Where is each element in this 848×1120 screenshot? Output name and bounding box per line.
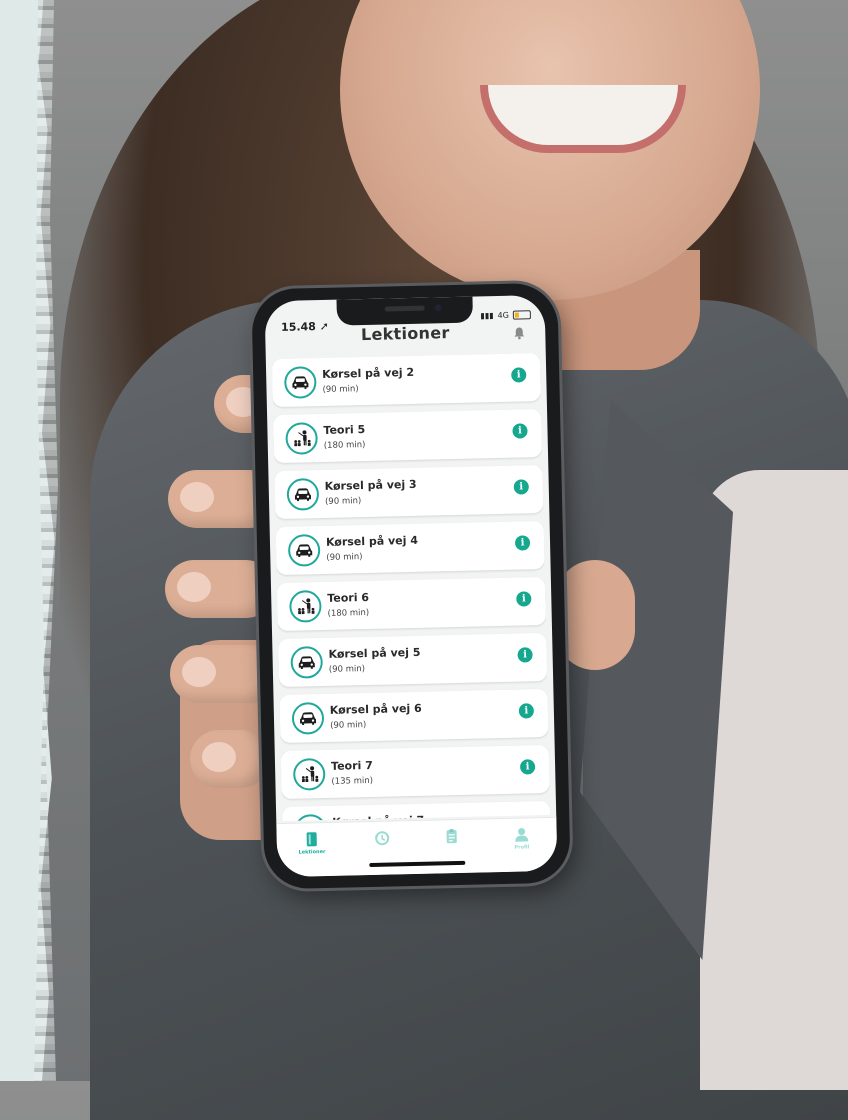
clipboard-icon [446,829,457,844]
lesson-icon-badge [292,757,326,791]
lesson-title: Kørsel på vej 6 [329,701,422,717]
bell-icon[interactable] [513,326,525,340]
info-icon[interactable]: i [517,647,533,663]
lesson-duration: (180 min) [327,607,370,619]
tab-bar: Lektioner Profil [276,816,558,878]
info-icon[interactable]: i [516,591,532,607]
app-screen: 15.48 ➚ ▮▮▮ 4G Lektioner Kørsel på vej 2… [264,294,558,878]
user-icon [515,828,529,842]
teacher-icon [294,430,311,447]
teacher-icon [298,598,315,615]
lesson-card[interactable]: Kørsel på vej 5 (90 min) i [278,632,548,688]
tab-label [422,845,482,846]
lesson-card[interactable]: Kørsel på vej 3 (90 min) i [274,464,544,520]
info-icon[interactable]: i [511,367,527,383]
tab-label [352,847,412,848]
lesson-icon-badge [290,646,324,679]
lesson-card[interactable]: Teori 6 (180 min) i [276,576,546,632]
lesson-icon-badge [289,590,322,623]
car-icon [300,712,317,726]
info-icon[interactable]: i [513,479,529,495]
thumb [555,560,635,670]
status-indicators: ▮▮▮ 4G [480,310,531,320]
smartphone: 15.48 ➚ ▮▮▮ 4G Lektioner Kørsel på vej 2… [251,282,571,890]
fingernail [182,657,216,687]
finger [190,730,270,788]
lesson-list[interactable]: Kørsel på vej 2 (90 min) i Teori 5 (180 min)… [271,353,551,821]
lesson-title: Teori 6 [327,590,370,605]
signal-icon: ▮▮▮ [480,311,494,321]
tab-lektioner[interactable]: Lektioner [282,831,343,872]
fingernail [202,742,236,772]
lesson-card[interactable]: Kørsel på vej 6 (90 min) i [279,688,549,744]
network-label: 4G [497,310,509,320]
speaker [384,305,425,312]
lesson-duration: (90 min) [330,720,367,731]
lesson-title: Teori 7 [330,758,373,773]
lesson-title: Kørsel på vej 4 [325,533,419,549]
history-icon [374,831,390,846]
battery-icon [512,310,531,320]
car-icon [292,376,309,390]
lesson-icon-badge [291,702,325,735]
fingernail [180,482,214,512]
lesson-title: Kørsel på vej 3 [324,477,417,493]
lesson-duration: (180 min) [323,439,366,451]
lesson-title: Kørsel på vej 2 [322,365,415,381]
tab-label: Lektioner [298,849,326,856]
lesson-icon-badge [294,813,327,821]
info-icon[interactable]: i [518,703,535,719]
lesson-card[interactable]: Kørsel på vej 2 (90 min) i [271,353,541,408]
lesson-duration: (90 min) [328,664,366,675]
car-icon [298,656,315,670]
info-icon[interactable]: i [519,759,536,775]
lesson-duration: (90 min) [326,552,363,563]
lesson-icon-badge [286,478,320,511]
car-icon [294,488,312,502]
lesson-duration: (90 min) [324,496,362,507]
lesson-duration: (135 min) [331,775,374,787]
phone-notch [336,296,474,326]
teacher-icon [301,766,319,783]
lesson-icon-badge [287,534,321,567]
lesson-duration: (90 min) [322,384,359,395]
fingernail [177,572,211,602]
info-icon[interactable]: i [512,423,528,439]
info-icon[interactable]: i [514,535,531,551]
front-camera [434,304,442,312]
lesson-icon-badge [283,366,317,399]
lesson-title: Teori 5 [323,423,366,437]
car-icon [296,544,313,558]
lesson-icon-badge [285,422,318,455]
book-icon [306,832,317,847]
tab-profil[interactable]: Profil [491,826,552,867]
lesson-title: Kørsel på vej 5 [328,645,421,661]
tab-label: Profil [514,844,530,851]
lesson-card[interactable]: Kørsel på vej 4 (90 min) i [275,520,545,576]
lesson-card[interactable]: Teori 7 (135 min) i [280,744,550,799]
lesson-card[interactable]: Teori 5 (180 min) i [273,409,543,464]
